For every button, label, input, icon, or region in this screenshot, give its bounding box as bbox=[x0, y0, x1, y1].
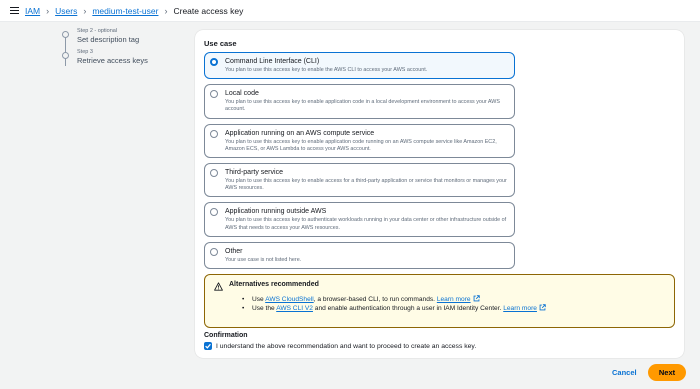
cli-v2-link[interactable]: AWS CLI V2 bbox=[276, 305, 313, 312]
breadcrumb-current: Create access key bbox=[173, 5, 244, 16]
step-dot-icon bbox=[62, 52, 69, 59]
next-button[interactable]: Next bbox=[648, 364, 686, 381]
option-title: Command Line Interface (CLI) bbox=[225, 58, 320, 65]
learn-more-link[interactable]: Learn more bbox=[437, 296, 471, 303]
use-case-title: Use case bbox=[204, 39, 237, 48]
option-title: Third-party service bbox=[225, 169, 283, 177]
step-label: Step 3 bbox=[77, 49, 93, 55]
radio-button[interactable] bbox=[210, 169, 218, 178]
breadcrumb-user[interactable]: medium-test-user bbox=[92, 6, 158, 16]
use-case-panel: Use case Command Line Interface (CLI) Yo… bbox=[195, 30, 684, 358]
learn-more-link[interactable]: Learn more bbox=[503, 305, 537, 312]
alert-item-cli-v2: Use the AWS CLI V2 and enable authentica… bbox=[242, 304, 666, 313]
step-label: Step 2 - optional bbox=[77, 28, 118, 34]
chevron-right-icon: › bbox=[46, 5, 50, 16]
option-description: You plan to use this access key to enabl… bbox=[225, 138, 497, 152]
external-link-icon[interactable] bbox=[539, 304, 546, 311]
step-title: Set description tag bbox=[77, 35, 140, 44]
alert-text: Use the bbox=[252, 305, 277, 313]
alternatives-alert: Alternatives recommended Use AWS CloudSh… bbox=[204, 274, 675, 329]
option-title: Application running outside AWS bbox=[225, 208, 327, 216]
confirmation-row: I understand the above recommendation an… bbox=[204, 342, 675, 351]
cloudshell-link[interactable]: AWS CloudShell bbox=[265, 296, 314, 303]
alert-item-cloudshell: Use AWS CloudShell, a browser-based CLI,… bbox=[242, 295, 666, 304]
alert-title: Alternatives recommended bbox=[229, 281, 319, 289]
option-title: Other bbox=[225, 247, 243, 255]
option-third-party[interactable]: Third-party service You plan to use this… bbox=[204, 163, 515, 198]
option-local-code[interactable]: Local code You plan to use this access k… bbox=[204, 84, 515, 119]
chevron-right-icon: › bbox=[83, 5, 87, 16]
option-title: Application running on an AWS compute se… bbox=[225, 129, 375, 137]
confirmation-label: I understand the above recommendation an… bbox=[216, 342, 477, 350]
option-description: You plan to use this access key to enabl… bbox=[225, 178, 507, 192]
breadcrumb-users[interactable]: Users bbox=[55, 6, 77, 16]
confirmation-title: Confirmation bbox=[204, 332, 248, 340]
alert-text: , a browser-based CLI, to run commands. bbox=[313, 296, 437, 304]
option-aws-compute[interactable]: Application running on an AWS compute se… bbox=[204, 123, 515, 159]
breadcrumb-iam[interactable]: IAM bbox=[25, 6, 40, 16]
step-2: Step 2 - optional Set description tag bbox=[62, 28, 182, 44]
option-title: Local code bbox=[225, 90, 259, 98]
alert-text: and enable authentication through a user… bbox=[312, 305, 504, 313]
chevron-right-icon: › bbox=[164, 5, 168, 16]
checkmark-icon bbox=[205, 343, 211, 349]
confirmation-checkbox[interactable] bbox=[204, 342, 212, 351]
step-dot-icon bbox=[62, 31, 69, 38]
external-link-icon[interactable] bbox=[473, 295, 480, 302]
radio-button[interactable] bbox=[210, 90, 218, 99]
radio-button[interactable] bbox=[210, 58, 218, 66]
radio-button[interactable] bbox=[210, 208, 218, 217]
option-description: You plan to use this access key to authe… bbox=[225, 217, 507, 231]
cancel-button[interactable]: Cancel bbox=[612, 368, 637, 377]
alert-text: Use bbox=[252, 296, 266, 304]
menu-icon[interactable] bbox=[10, 7, 19, 14]
option-outside-aws[interactable]: Application running outside AWS You plan… bbox=[204, 202, 515, 237]
option-other[interactable]: Other Your use case is not listed here. bbox=[204, 241, 515, 270]
wizard-steps: Step 2 - optional Set description tag St… bbox=[62, 28, 182, 70]
radio-button[interactable] bbox=[210, 247, 218, 256]
option-description: You plan to use this access key to enabl… bbox=[225, 67, 428, 73]
option-description: You plan to use this access key to enabl… bbox=[225, 99, 500, 113]
breadcrumb-bar: IAM › Users › medium-test-user › Create … bbox=[0, 0, 700, 22]
step-3: Step 3 Retrieve access keys bbox=[62, 49, 182, 65]
step-title: Retrieve access keys bbox=[77, 56, 148, 65]
alert-list: Use AWS CloudShell, a browser-based CLI,… bbox=[242, 295, 666, 313]
radio-button[interactable] bbox=[210, 129, 218, 138]
warning-icon bbox=[214, 282, 223, 291]
option-cli[interactable]: Command Line Interface (CLI) You plan to… bbox=[204, 52, 515, 80]
option-description: Your use case is not listed here. bbox=[225, 256, 302, 263]
